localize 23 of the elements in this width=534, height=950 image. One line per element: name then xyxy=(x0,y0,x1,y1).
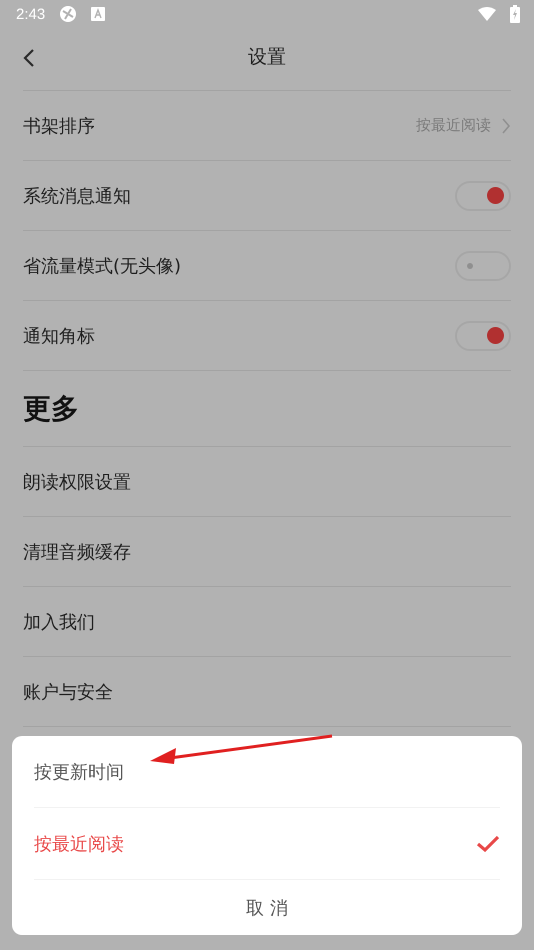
chevron-right-icon xyxy=(501,116,511,134)
menu-item[interactable]: 清理音频缓存 xyxy=(23,540,131,564)
toggle-switch[interactable] xyxy=(455,180,511,210)
wifi-icon xyxy=(478,7,496,21)
sync-icon xyxy=(59,5,78,23)
page-title: 设置 xyxy=(248,46,286,68)
sort-option[interactable]: 按最近阅读 xyxy=(34,808,500,880)
setting-value: 按最近阅读 xyxy=(416,116,491,135)
menu-item[interactable]: 加入我们 xyxy=(23,610,95,634)
setting-label: 系统消息通知 xyxy=(23,184,131,208)
section-heading: 更多 xyxy=(23,371,511,447)
battery-charging-icon xyxy=(510,5,520,23)
keyboard-icon xyxy=(91,7,106,21)
setting-label: 书架排序 xyxy=(23,114,95,138)
menu-item[interactable]: 朗读权限设置 xyxy=(23,470,131,494)
menu-item[interactable]: 账户与安全 xyxy=(23,680,113,704)
clock-time: 2:43 xyxy=(16,6,46,22)
setting-label: 省流量模式(无头像) xyxy=(23,254,182,278)
toggle-switch[interactable] xyxy=(455,250,511,280)
cancel-button[interactable]: 取消 xyxy=(34,880,500,935)
checkmark-icon xyxy=(476,834,500,852)
setting-label: 通知角标 xyxy=(23,324,95,348)
toggle-switch[interactable] xyxy=(455,320,511,350)
